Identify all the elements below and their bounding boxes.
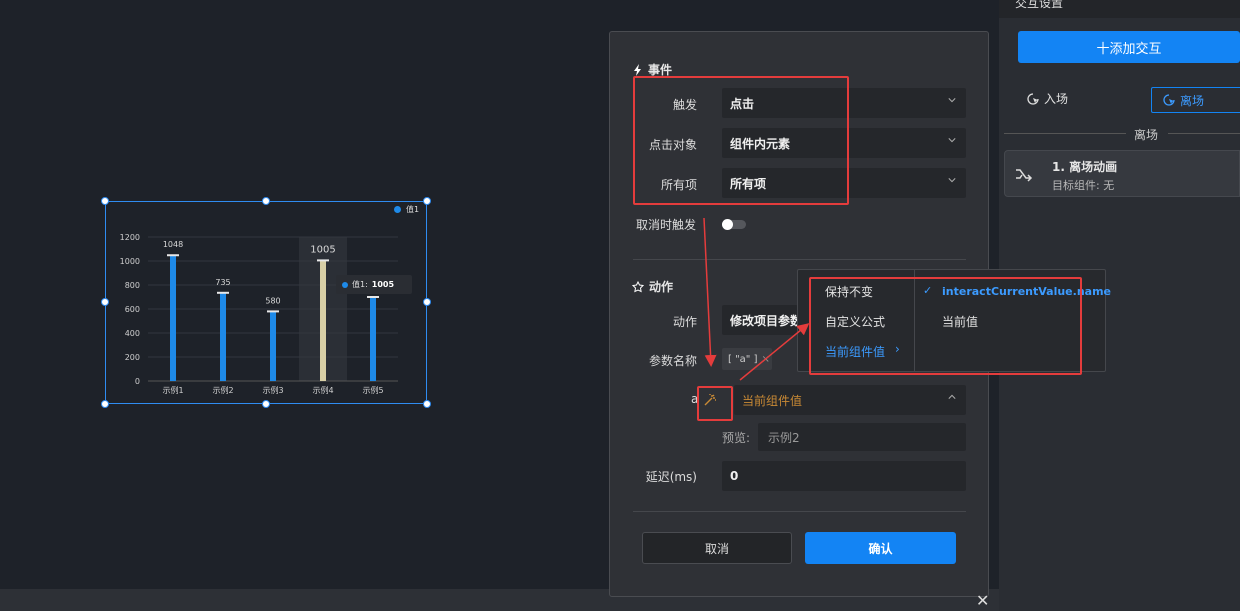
annotation-arrow [703, 217, 717, 367]
close-icon[interactable]: ✕ [976, 593, 989, 609]
annotation-arrows [703, 217, 810, 381]
annotation-arrow [739, 323, 810, 381]
